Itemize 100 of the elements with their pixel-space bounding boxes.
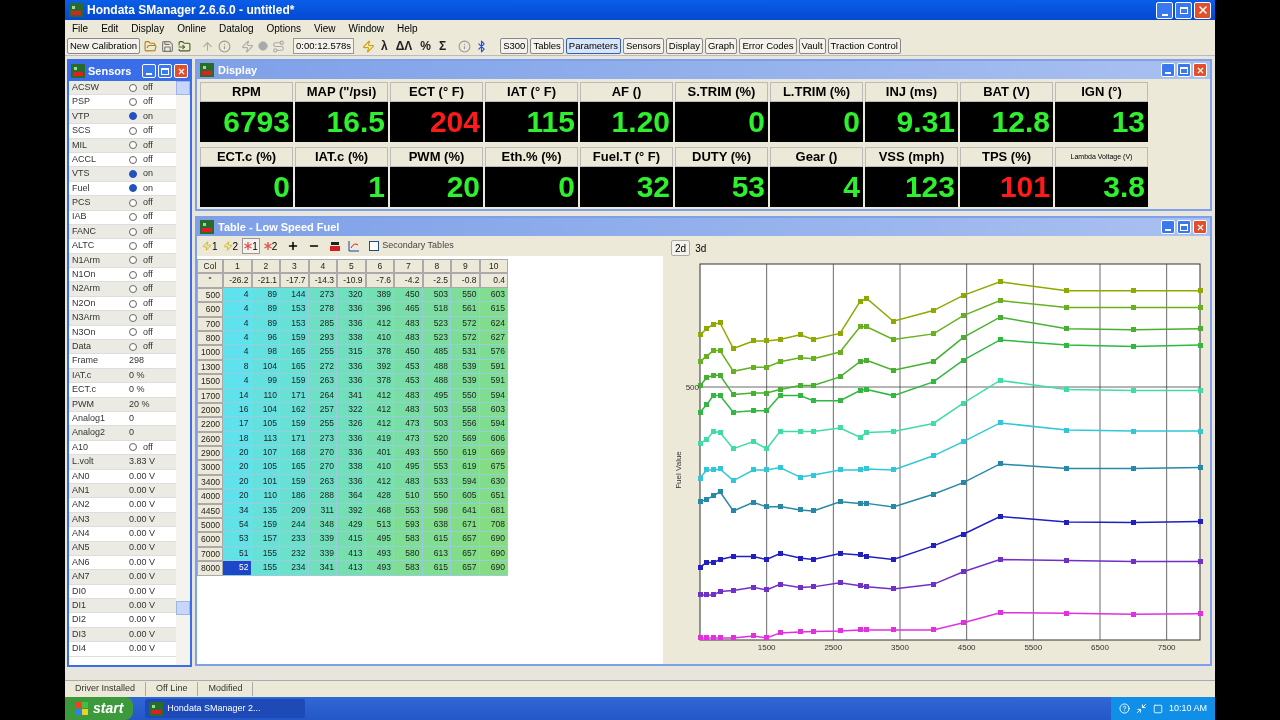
table-cell[interactable]: 159 [280,417,309,432]
table-cell[interactable]: 338 [337,460,366,475]
maximize-button[interactable] [1175,1,1192,19]
table-cell[interactable]: 556 [451,417,480,432]
table-cell[interactable]: 255 [308,417,337,432]
save-icon[interactable] [161,39,175,53]
table-cell[interactable]: 619 [451,460,480,475]
table-cell[interactable]: 157 [251,532,280,547]
fill-icon[interactable] [329,240,342,252]
table-cell[interactable]: 378 [365,374,394,389]
checkbox[interactable] [369,241,380,251]
table-cell[interactable]: 165 [280,460,309,475]
close-button[interactable] [1193,220,1207,234]
menu-item[interactable]: Options [266,21,301,36]
menu-item[interactable]: Help [397,21,418,36]
table-cell[interactable]: 396 [365,302,394,317]
table-cell[interactable]: 336 [337,446,366,461]
table-cell[interactable]: 428 [365,489,394,504]
table-cell[interactable]: 615 [479,302,508,317]
table-cell[interactable]: 255 [308,345,337,360]
table-cell[interactable]: 708 [479,518,508,533]
table-cell[interactable]: 531 [451,345,480,360]
menu-item[interactable]: Window [348,21,385,36]
table-cell[interactable]: 52 [223,561,252,576]
table-cell[interactable]: 539 [451,374,480,389]
table-cell[interactable]: 4 [223,345,252,360]
table-cell[interactable]: 615 [422,532,451,547]
table-cell[interactable]: 17 [223,417,252,432]
table-cell[interactable]: 348 [308,518,337,533]
table-cell[interactable]: 99 [251,374,280,389]
table-cell[interactable]: 20 [223,446,252,461]
minimize-button[interactable] [1161,220,1175,234]
table-cell[interactable]: 98 [251,345,280,360]
table-cell[interactable]: 159 [251,518,280,533]
table-cell[interactable]: 583 [394,532,423,547]
table-cell[interactable]: 168 [280,446,309,461]
maximize-button[interactable] [1177,220,1191,234]
start-button[interactable]: start [65,697,134,720]
table-cell[interactable]: 550 [422,446,451,461]
table-tool-button[interactable]: 2 [221,238,240,254]
table-cell[interactable]: 326 [337,417,366,432]
scrollbar[interactable] [176,81,190,665]
table-cell[interactable]: 401 [365,446,394,461]
menu-item[interactable]: Display [131,21,165,36]
menu-item[interactable]: Edit [101,21,119,36]
table-cell[interactable]: 110 [251,489,280,504]
table-cell[interactable]: 288 [308,489,337,504]
table-cell[interactable]: 690 [479,561,508,576]
table-cell[interactable]: 503 [422,417,451,432]
table-cell[interactable]: 159 [280,374,309,389]
close-button[interactable] [1193,63,1207,77]
table-tool-button[interactable]: 2 [262,238,279,254]
minimize-button[interactable] [1156,1,1173,19]
view-button[interactable]: Error Codes [739,38,797,54]
table-cell[interactable]: 105 [251,460,280,475]
view-button[interactable]: Traction Control [827,38,901,54]
view-button[interactable]: S300 [500,38,529,54]
table-cell[interactable]: 336 [337,302,366,317]
view-button[interactable]: Tables [530,38,564,54]
table-cell[interactable]: 605 [451,489,480,504]
info-icon[interactable] [218,39,232,53]
table-cell[interactable]: 518 [422,302,451,317]
table-cell[interactable]: 341 [308,561,337,576]
table-cell[interactable]: 591 [479,374,508,389]
add-icon[interactable] [287,240,300,252]
table-cell[interactable]: 364 [337,489,366,504]
folder-icon[interactable] [178,39,192,53]
menu-item[interactable]: Datalog [219,21,254,36]
table-cell[interactable]: 473 [394,417,423,432]
table-cell[interactable]: 450 [394,345,423,360]
view-button[interactable]: Display [665,38,703,54]
table-cell[interactable]: 270 [308,460,337,475]
symbol-button[interactable]: λ [379,37,390,55]
table-cell[interactable]: 415 [337,532,366,547]
table-cell[interactable]: 493 [365,561,394,576]
minimize-button[interactable] [142,64,156,78]
table-cell[interactable]: 155 [251,561,280,576]
view-button[interactable]: Graph [705,38,738,54]
table-cell[interactable]: 553 [422,460,451,475]
table-cell[interactable]: 583 [394,561,423,576]
table-cell[interactable]: 429 [337,518,366,533]
symbol-button[interactable]: ΔΛ [393,37,415,55]
table-cell[interactable]: 493 [394,446,423,461]
table-cell[interactable]: 234 [280,561,309,576]
table-cell[interactable]: 263 [308,374,337,389]
table-cell[interactable]: 413 [337,561,366,576]
view-button[interactable]: Sensors [622,38,664,54]
maximize-button[interactable] [158,64,172,78]
table-cell[interactable]: 453 [394,374,423,389]
table-cell[interactable]: 186 [280,489,309,504]
view-tab[interactable]: 3d [692,240,710,256]
table-cell[interactable]: 165 [280,345,309,360]
table-cell[interactable]: 153 [280,302,309,317]
table-cell[interactable]: 244 [280,518,309,533]
table-cell[interactable]: 278 [308,302,337,317]
table-cell[interactable]: 485 [422,345,451,360]
table-cell[interactable]: 671 [451,518,480,533]
tray-icon[interactable] [1152,703,1163,714]
view-button[interactable]: Vault [798,38,826,54]
view-tab[interactable]: 2d [671,240,691,256]
